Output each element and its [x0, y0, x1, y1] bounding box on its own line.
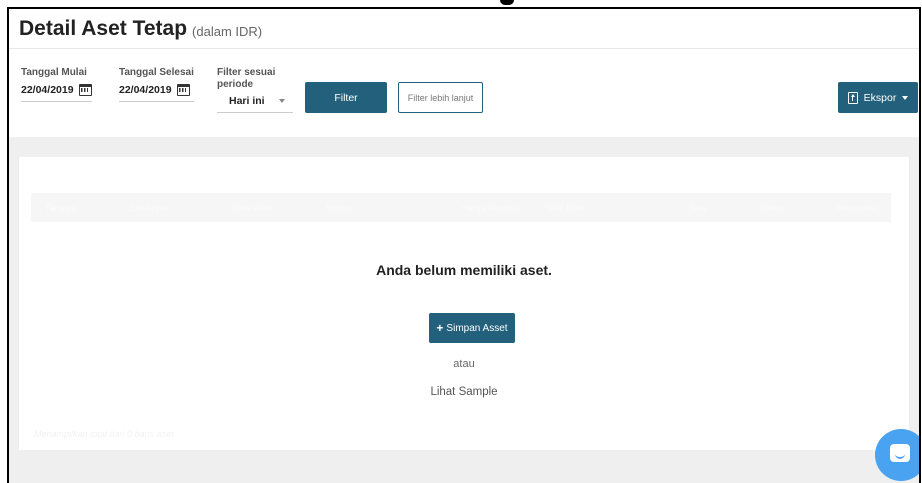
column-header[interactable]: Nilai Buku	[546, 203, 587, 213]
top-strip	[0, 0, 922, 7]
calendar-icon[interactable]	[176, 84, 190, 96]
chevron-down-icon	[902, 95, 909, 100]
column-header[interactable]: Akumulasi	[836, 203, 878, 213]
chat-icon	[890, 444, 910, 462]
export-icon	[847, 91, 858, 104]
start-date-field[interactable]: Tanggal Mulai 22/04/2019	[21, 67, 92, 102]
period-select[interactable]: Filter sesuai periode Hari ini	[217, 67, 293, 113]
column-header[interactable]: Kode Aset	[231, 203, 272, 213]
page-header: Detail Aset Tetap (dalam IDR)	[9, 9, 919, 49]
page-subtitle: (dalam IDR)	[192, 24, 263, 39]
table-header: Tanggal Deskripsi Kode Aset Nomor Harga …	[31, 193, 891, 222]
save-asset-button[interactable]: + Simpan Asset	[429, 313, 515, 343]
more-filter-input[interactable]: Filter lebih lanjut	[398, 82, 483, 113]
column-header[interactable]: Deskripsi	[131, 203, 168, 213]
column-header[interactable]: Status	[759, 203, 785, 213]
chat-launcher-button[interactable]	[875, 429, 919, 481]
end-date-value[interactable]: 22/04/2019	[119, 84, 172, 96]
table-summary: Menampilkan total dari 0 baris aset	[34, 429, 174, 439]
period-label-line2: periode	[217, 79, 254, 90]
column-header[interactable]: Tanggal	[45, 203, 77, 213]
empty-state-message: Anda belum memiliki aset.	[376, 262, 552, 278]
content-area: Tanggal Deskripsi Kode Aset Nomor Harga …	[9, 137, 919, 483]
end-date-field[interactable]: Tanggal Selesai 22/04/2019	[119, 67, 194, 102]
plus-icon: +	[436, 321, 444, 335]
start-date-label: Tanggal Mulai	[21, 67, 87, 78]
filter-button[interactable]: Filter	[305, 82, 387, 113]
export-button-label: Ekspor	[863, 91, 897, 104]
chevron-down-icon[interactable]	[278, 99, 285, 103]
period-value[interactable]: Hari ini	[229, 95, 265, 107]
period-label-line1: Filter sesuai	[217, 67, 276, 78]
asset-table-card: Tanggal Deskripsi Kode Aset Nomor Harga …	[19, 157, 909, 450]
column-header[interactable]: Harga Akuisisi	[461, 203, 518, 213]
top-notch	[500, 0, 514, 5]
column-header[interactable]: Nomor	[326, 203, 353, 213]
export-button[interactable]: Ekspor	[838, 82, 918, 113]
end-date-label: Tanggal Selesai	[119, 67, 194, 78]
calendar-icon[interactable]	[78, 84, 92, 96]
filter-bar: Tanggal Mulai 22/04/2019 Tanggal Selesai…	[9, 49, 919, 137]
app-frame: Detail Aset Tetap (dalam IDR) Tanggal Mu…	[7, 7, 921, 483]
save-asset-label: Simpan Asset	[446, 322, 508, 334]
page-title: Detail Aset Tetap	[19, 16, 188, 40]
column-header[interactable]: Sisa	[689, 203, 707, 213]
start-date-value[interactable]: 22/04/2019	[21, 84, 74, 96]
view-sample-link[interactable]: Lihat Sample	[19, 386, 909, 398]
or-text: atau	[453, 358, 475, 370]
